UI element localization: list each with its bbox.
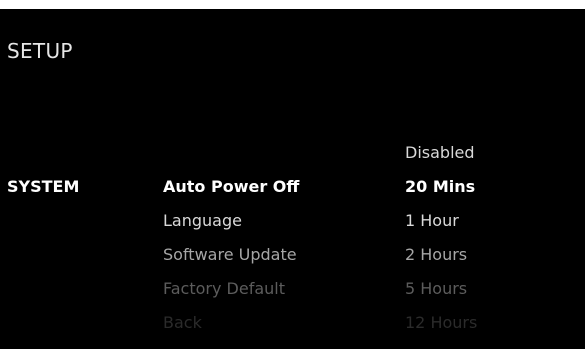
option-2-hours[interactable]: 2 Hours: [405, 244, 477, 278]
menu-item-back[interactable]: Back: [163, 312, 299, 346]
option-1-hour[interactable]: 1 Hour: [405, 210, 477, 244]
menu-item-auto-power-off[interactable]: Auto Power Off: [163, 176, 299, 210]
setup-screen: SETUP SYSTEM Auto Power Off Language Sof…: [0, 9, 585, 349]
menu-item-language[interactable]: Language: [163, 210, 299, 244]
auto-power-off-options: Disabled 20 Mins 1 Hour 2 Hours 5 Hours …: [405, 142, 477, 346]
option-20-mins[interactable]: 20 Mins: [405, 176, 477, 210]
menu-item-software-update[interactable]: Software Update: [163, 244, 299, 278]
menu-item-factory-default[interactable]: Factory Default: [163, 278, 299, 312]
category-system[interactable]: SYSTEM: [7, 176, 79, 198]
option-12-hours[interactable]: 12 Hours: [405, 312, 477, 346]
option-disabled[interactable]: Disabled: [405, 142, 477, 176]
option-5-hours[interactable]: 5 Hours: [405, 278, 477, 312]
settings-menu: Auto Power Off Language Software Update …: [163, 176, 299, 346]
page-title: SETUP: [7, 39, 73, 63]
